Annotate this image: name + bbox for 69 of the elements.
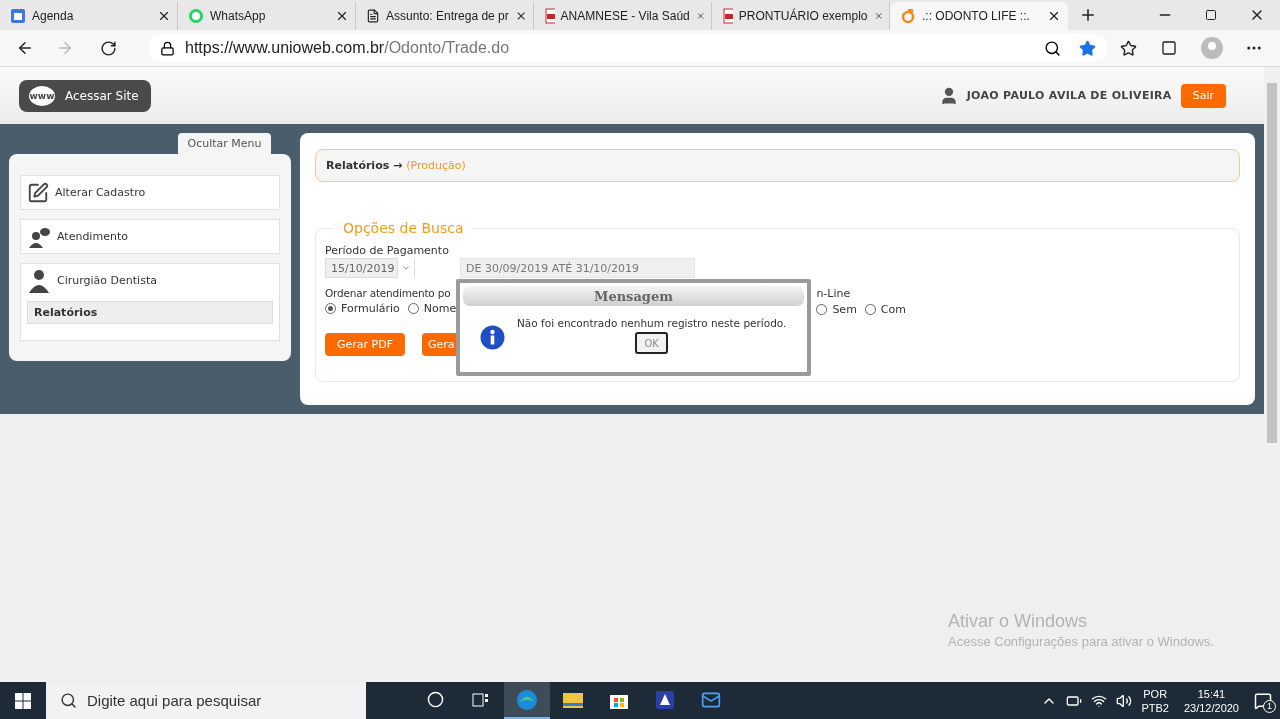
radio-button[interactable]: [816, 304, 828, 315]
person-speech-icon: [27, 225, 51, 248]
dialog-title: Mensagem: [463, 286, 804, 306]
notification-count: 1: [1263, 699, 1276, 713]
favorites-icon[interactable]: [1119, 39, 1137, 57]
dialog-message: Não foi encontrado nenhum registro neste período.: [517, 317, 787, 329]
menu-item-label: Cirurgião Dentista: [57, 274, 157, 287]
collections-icon[interactable]: [1161, 40, 1177, 56]
wave-logo-icon: [516, 688, 538, 711]
globe-icon: www: [29, 85, 55, 106]
clock[interactable]: 15:41 23/12/2020: [1183, 686, 1239, 715]
close-icon[interactable]: [335, 9, 349, 23]
circle-icon: [426, 691, 444, 708]
chat-bubble-icon: [188, 8, 204, 24]
radio-button[interactable]: [325, 303, 336, 314]
document-icon: [366, 8, 380, 24]
task-view-icon: [472, 691, 490, 708]
field-label: Ordenar atendimento po: [325, 287, 452, 299]
radio-button[interactable]: [864, 304, 876, 315]
swirl-icon: [900, 8, 916, 24]
submenu-item[interactable]: Relatórios: [27, 301, 273, 324]
group-title: Opções de Busca: [342, 220, 465, 236]
star-icon[interactable]: [1079, 39, 1096, 57]
radio-button[interactable]: [407, 303, 419, 314]
activation-message: Acesse Configurações para ativar o Windows.: [948, 634, 1214, 649]
menu-item-label: Alterar Cadastro: [55, 186, 146, 199]
date-select[interactable]: 15/10/2019: [325, 258, 415, 278]
close-icon[interactable]: [157, 9, 171, 23]
reload-icon[interactable]: [99, 39, 117, 57]
close-icon[interactable]: [1047, 9, 1061, 23]
radio-option[interactable]: Formulário: [325, 302, 400, 315]
radio-option[interactable]: Com: [864, 303, 906, 316]
radio-option[interactable]: Sem: [816, 303, 857, 316]
radio-option[interactable]: Nome: [407, 302, 457, 315]
calendar-icon: [10, 8, 26, 24]
search-icon[interactable]: [1044, 39, 1061, 57]
field-label: Período de Pagamento: [325, 244, 450, 257]
menu-item[interactable]: Cirurgião Dentista Relatórios: [20, 263, 280, 341]
menu-item-label: Atendimento: [57, 230, 128, 243]
person-icon: [27, 268, 51, 293]
restore-icon[interactable]: [1205, 9, 1217, 21]
browser-tab[interactable]: .:: ODONTO LIFE ::.: [890, 2, 1068, 30]
info-icon: [480, 325, 505, 350]
address-field[interactable]: https://www.unioweb.com.br/Odonto/Trade.do: [148, 34, 1108, 62]
folder-icon: [562, 690, 584, 709]
field-label: n-Line: [816, 287, 852, 300]
menu-item[interactable]: Atendimento: [20, 219, 280, 254]
date-range-field: DE 30/09/2019 ATÉ 31/10/2019: [460, 258, 695, 278]
language-indicator[interactable]: POR PTB2: [1141, 686, 1169, 715]
user-name: JOAO PAULO AVILA DE OLIVEIRA: [966, 89, 1172, 102]
pdf-file-icon: [544, 8, 555, 24]
speaker-icon[interactable]: [1116, 692, 1133, 709]
taskbar-search-field[interactable]: Digite aqui para pesquisar: [46, 682, 366, 719]
breadcrumb-current: (Produção): [406, 159, 466, 172]
menu-item[interactable]: Alterar Cadastro: [20, 175, 280, 210]
hide-menu-tab[interactable]: Ocultar Menu: [178, 133, 271, 154]
back-icon[interactable]: [16, 39, 34, 57]
windows-logo-icon: [15, 692, 31, 709]
caret-icon: [401, 263, 411, 273]
new-tab-icon[interactable]: [1079, 6, 1097, 24]
breadcrumb-section: Relatórios →: [326, 159, 403, 172]
pdf-file-icon: [722, 8, 733, 24]
activation-title: Ativar o Windows: [948, 611, 1089, 632]
search-icon: [60, 692, 77, 709]
edit-icon: [27, 181, 49, 204]
scanner-icon: [655, 689, 675, 710]
visit-site-button[interactable]: www Acessar Site: [19, 79, 151, 112]
notification-icon[interactable]: [1254, 691, 1272, 710]
lock-icon: [160, 40, 175, 56]
